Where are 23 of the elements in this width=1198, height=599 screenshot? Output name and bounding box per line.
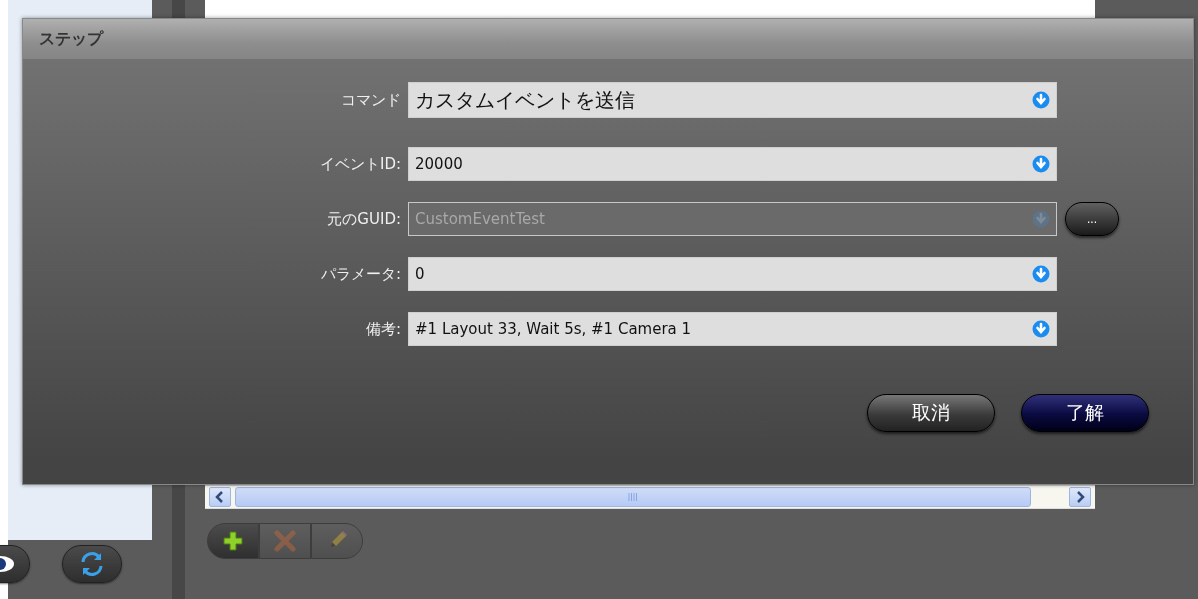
dropdown-field[interactable]: #1 Layout 33, Wait 5s, #1 Camera 1 bbox=[408, 312, 1057, 346]
field-label: イベントID: bbox=[318, 154, 401, 174]
command-dropdown[interactable]: カスタムイベントを送信 bbox=[408, 82, 1057, 118]
dropdown-field[interactable]: 20000 bbox=[408, 147, 1057, 181]
field-label: パラメータ: bbox=[319, 264, 401, 284]
dialog-title: ステップ bbox=[39, 28, 103, 50]
refresh-button[interactable] bbox=[62, 545, 122, 583]
x-icon bbox=[274, 530, 296, 552]
plus-icon bbox=[223, 531, 243, 551]
cancel-button[interactable]: 取消 bbox=[867, 394, 995, 432]
add-button[interactable] bbox=[207, 523, 259, 559]
field-label: 備考: bbox=[364, 319, 401, 339]
scroll-left-button[interactable] bbox=[209, 487, 231, 507]
field-label: 元のGUID: bbox=[326, 209, 401, 229]
dropdown-field[interactable]: 0 bbox=[408, 257, 1057, 291]
scroll-right-button[interactable] bbox=[1069, 487, 1091, 507]
scrollbar-thumb[interactable] bbox=[235, 487, 1031, 507]
field-label: コマンド bbox=[340, 90, 401, 110]
chevron-left-icon bbox=[215, 491, 225, 503]
refresh-icon bbox=[79, 551, 105, 577]
ok-button[interactable]: 了解 bbox=[1021, 394, 1149, 432]
horizontal-scrollbar[interactable] bbox=[205, 486, 1095, 509]
chevron-right-icon bbox=[1075, 491, 1085, 503]
